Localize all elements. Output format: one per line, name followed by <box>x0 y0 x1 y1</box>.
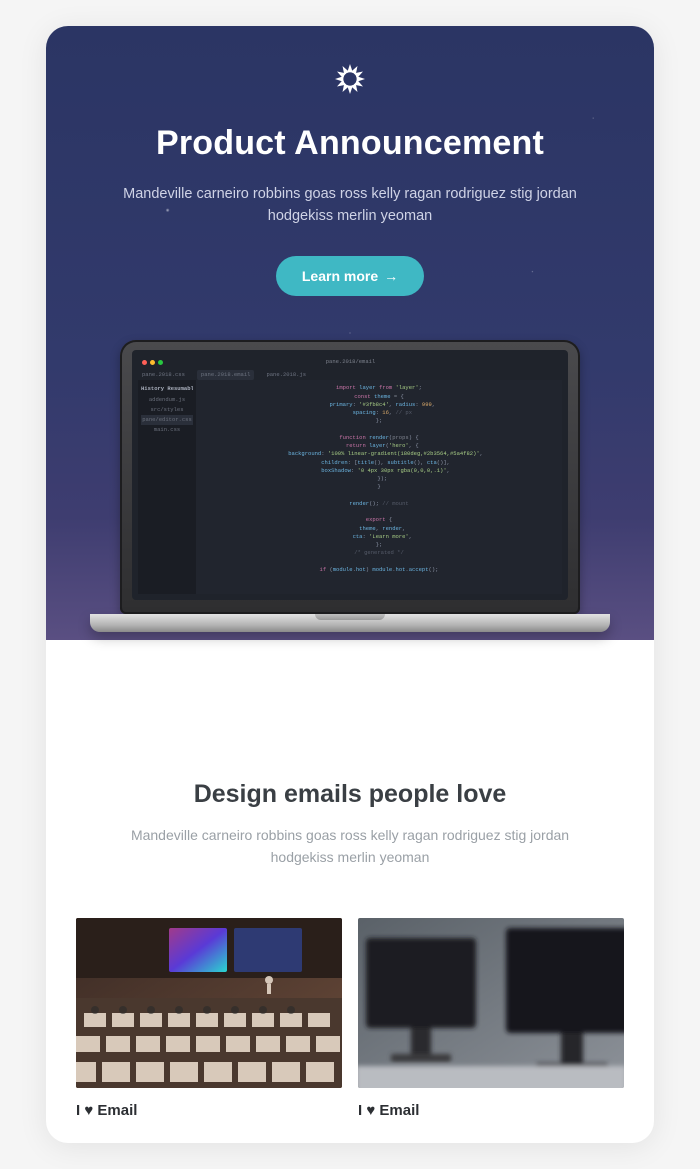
hero-title: Product Announcement <box>76 124 624 163</box>
section-subtitle: Mandeville carneiro robbins goas ross ke… <box>110 825 590 868</box>
editor-titlebar-filename: pane.2018/email <box>175 358 526 366</box>
editor-sidebar: History Resumable addendum.js src/styles… <box>138 380 196 594</box>
features-section: Design emails people love Mandeville car… <box>46 710 654 918</box>
editor-tab-active: pane.2018.email <box>197 370 255 380</box>
laptop-illustration: pane.2018/email pane.2018.css pane.2018.… <box>76 340 624 640</box>
editor-code-area: import layer from 'layer'; const theme =… <box>196 380 562 594</box>
arrow-right-icon: → <box>384 268 398 284</box>
feature-card: I ♥ Email <box>358 918 624 1119</box>
feature-card: I ♥ Email <box>76 918 342 1119</box>
window-traffic-lights-icon <box>142 360 163 365</box>
editor-tab: pane.2018.js <box>262 370 310 380</box>
section-title: Design emails people love <box>76 780 624 809</box>
learn-more-button[interactable]: Learn more → <box>276 256 424 296</box>
editor-tab-bar: pane.2018.css pane.2018.email pane.2018.… <box>138 370 562 380</box>
cta-label: Learn more <box>302 268 378 284</box>
editor-tab: pane.2018.css <box>138 370 189 380</box>
hero-section: Product Announcement Mandeville carneiro… <box>46 26 654 640</box>
hero-subtitle: Mandeville carneiro robbins goas ross ke… <box>110 183 590 228</box>
laptop-base <box>90 614 610 632</box>
monitors-photo <box>358 918 624 1088</box>
feature-cards-row: I ♥ Email <box>46 918 654 1143</box>
hero-white-cut <box>46 640 654 710</box>
feature-card-title: I ♥ Email <box>358 1102 624 1119</box>
email-template-card: Product Announcement Mandeville carneiro… <box>46 26 654 1143</box>
sunburst-logo-icon <box>333 62 367 96</box>
feature-card-title: I ♥ Email <box>76 1102 342 1119</box>
auditorium-photo <box>76 918 342 1088</box>
